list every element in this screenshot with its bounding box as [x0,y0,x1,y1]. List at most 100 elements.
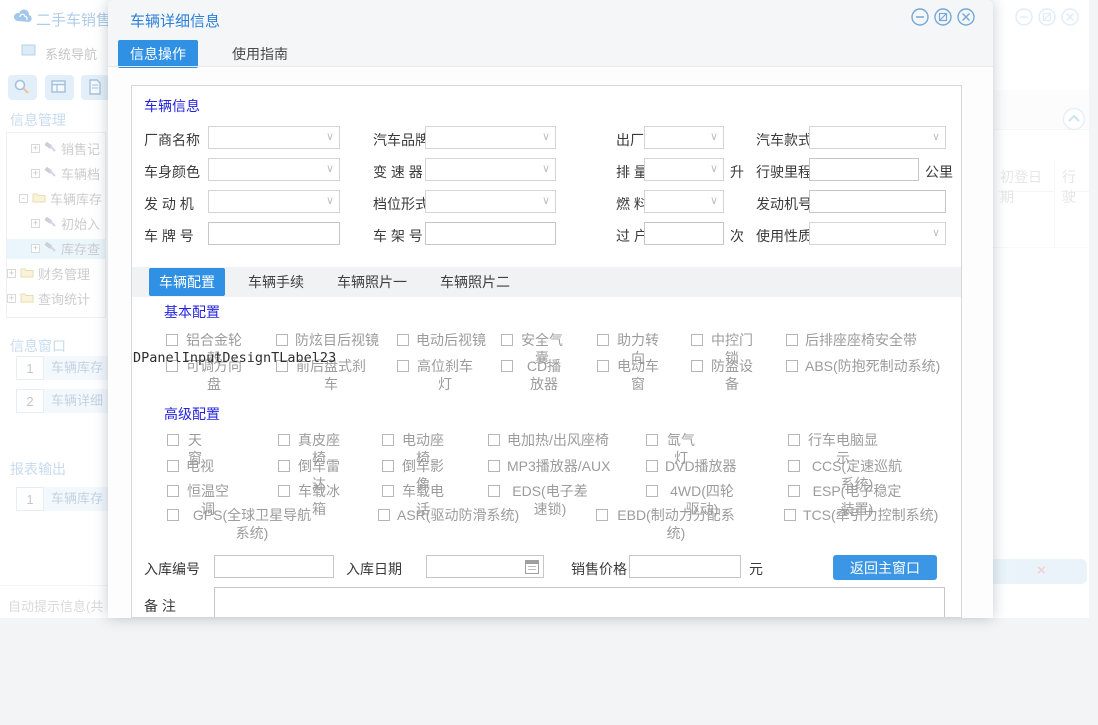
expander-icon[interactable]: + [31,219,40,228]
tree-item-query-stat[interactable]: +查询统计 [7,289,90,309]
checkbox-item[interactable]: GPS(全球卫星导航系统) [167,507,318,542]
maker-select[interactable]: ∨ [208,126,340,149]
minimize-icon[interactable] [911,8,929,26]
checkbox[interactable] [378,509,390,521]
brand-select[interactable]: ∨ [425,126,556,149]
checkbox[interactable] [167,460,179,472]
checkbox[interactable] [397,334,409,346]
displacement-select[interactable]: ∨ [644,158,724,181]
section-info-manage[interactable]: 信息管理 [10,110,66,130]
toolbar-search-button[interactable] [8,75,37,100]
notification-close-icon[interactable]: × [1037,562,1046,579]
checkbox[interactable] [397,360,409,372]
checkbox[interactable] [167,509,179,521]
checkbox-item[interactable]: 高位刹车灯 [397,358,474,393]
checkbox[interactable] [278,460,290,472]
checkbox[interactable] [382,434,394,446]
close-icon[interactable] [1061,8,1079,26]
checkbox[interactable] [382,460,394,472]
expander-icon[interactable]: - [19,194,28,203]
checkbox[interactable] [501,334,513,346]
transfer-input[interactable] [644,222,724,245]
expander-icon[interactable]: + [31,244,40,253]
checkbox[interactable] [488,460,500,472]
checkbox[interactable] [597,360,609,372]
restore-icon[interactable] [934,8,952,26]
checkbox-item[interactable]: ASR(驱动防滑系统) [378,507,519,525]
usage-select[interactable]: ∨ [809,222,946,245]
checkbox[interactable] [488,485,500,497]
expander-icon[interactable]: + [31,169,40,178]
checkbox[interactable] [691,360,703,372]
section-info-window[interactable]: 信息窗口 [10,336,66,356]
checkbox[interactable] [786,360,798,372]
checkbox[interactable] [788,460,800,472]
checkbox[interactable] [488,434,500,446]
color-select[interactable]: ∨ [208,158,340,181]
toolbar-window-button[interactable] [45,75,74,100]
checkbox[interactable] [597,334,609,346]
section-report-output[interactable]: 报表输出 [10,459,66,479]
checkbox-item[interactable]: 电动后视镜 [397,332,486,350]
checkbox[interactable] [596,509,608,521]
checkbox[interactable] [691,334,703,346]
checkbox[interactable] [167,434,179,446]
style-select[interactable]: ∨ [809,126,946,149]
gear-form-select[interactable]: ∨ [425,190,556,213]
checkbox[interactable] [788,434,800,446]
tab-vehicle-photo-2[interactable]: 车辆照片二 [430,268,520,296]
mileage-input[interactable] [809,158,919,181]
maximize-icon[interactable] [1038,8,1056,26]
expander-icon[interactable]: + [31,144,40,153]
grid-header-mileage[interactable]: 行驶 [1060,160,1089,192]
list-item[interactable]: 2车辆详细 [6,389,108,414]
checkbox[interactable] [278,485,290,497]
engine-select[interactable]: ∨ [208,190,340,213]
checkbox[interactable] [166,334,178,346]
checkbox-item[interactable]: 后排座座椅安全带 [786,332,917,350]
collapse-panel-button[interactable] [1062,107,1086,136]
tab-vehicle-photo-1[interactable]: 车辆照片一 [327,268,417,296]
checkbox-item[interactable]: ABS(防抱死制动系统) [786,358,940,376]
checkbox[interactable] [646,485,658,497]
price-input[interactable] [629,555,741,578]
checkbox-item[interactable]: 防盗设备 [691,358,754,393]
checkbox[interactable] [646,460,658,472]
toolbar-document-button[interactable] [81,75,110,100]
checkbox[interactable] [646,434,658,446]
list-item[interactable]: 1车辆库存 [6,356,108,381]
checkbox[interactable] [382,485,394,497]
checkbox[interactable] [786,334,798,346]
tab-vehicle-config[interactable]: 车辆配置 [149,268,225,296]
close-icon[interactable] [957,8,975,26]
checkbox[interactable] [784,509,796,521]
grid-header-reg-date[interactable]: 初登日期 [998,160,1054,192]
checkbox[interactable] [501,360,513,372]
tree-item-sales[interactable]: +销售记 [31,139,100,159]
tab-info-operation[interactable]: 信息操作 [118,40,198,68]
checkbox-item[interactable]: CD播放器 [501,358,568,393]
expander-icon[interactable]: + [7,294,16,303]
tab-user-guide[interactable]: 使用指南 [220,40,300,68]
engine-no-input[interactable] [809,190,946,213]
tree-item-initial[interactable]: +初始入 [31,214,100,234]
checkbox-item[interactable]: TCS(牵引力控制系统) [784,507,938,525]
checkbox-item[interactable]: EBD(制动力分配系统) [596,507,737,542]
calendar-icon[interactable] [525,560,539,574]
fuel-select[interactable]: ∨ [644,190,724,213]
checkbox-item[interactable]: 防炫目后视镜 [276,332,379,350]
back-to-main-button[interactable]: 返回主窗口 [833,555,937,580]
made-time-select[interactable]: ∨ [644,126,724,149]
checkbox-item[interactable]: DVD播放器 [646,458,737,476]
plate-no-input[interactable] [208,222,340,245]
tree-item-stock-query[interactable]: +库存查 [7,239,105,259]
checkbox[interactable] [276,334,288,346]
checkbox-item[interactable]: 电加热/出风座椅 [488,432,609,450]
checkbox-item[interactable]: 电视 [167,458,214,476]
checkbox[interactable] [167,485,179,497]
checkbox-item[interactable]: MP3播放器/AUX [488,458,610,476]
checkbox[interactable] [278,434,290,446]
expander-icon[interactable]: + [7,269,16,278]
stock-no-input[interactable] [214,555,334,578]
remark-textarea[interactable] [214,587,945,618]
